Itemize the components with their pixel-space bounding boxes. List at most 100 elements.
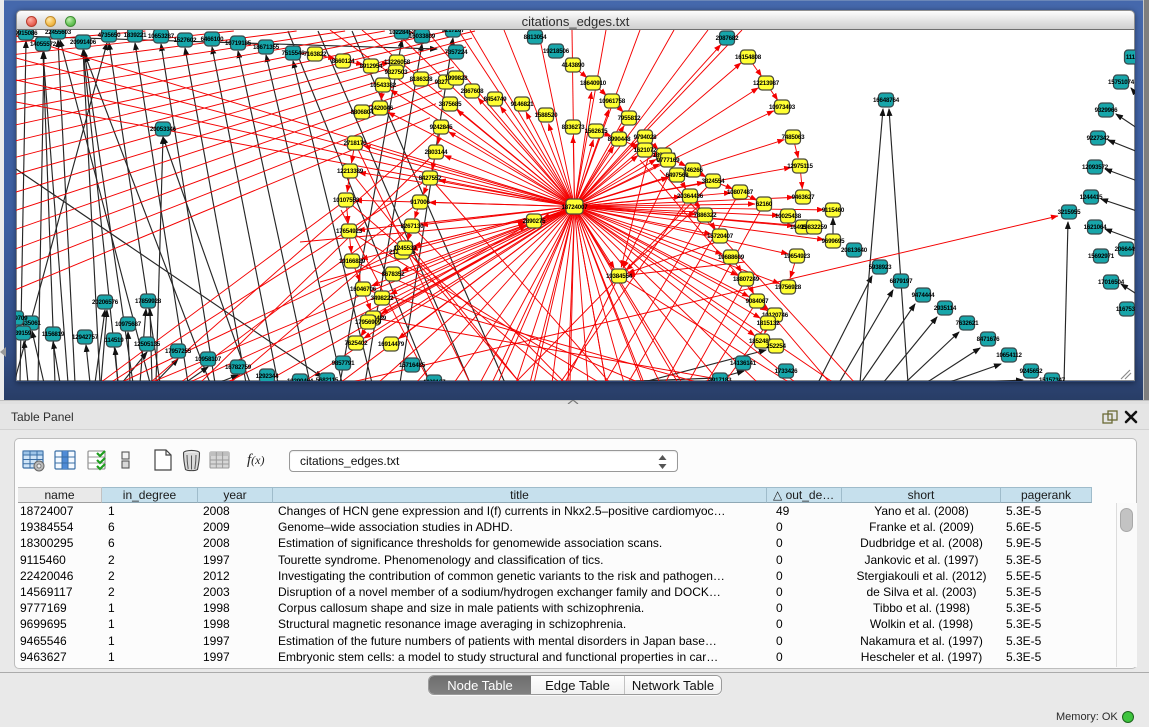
svg-text:1244415: 1244415 [1080, 194, 1103, 201]
svg-text:15692971: 15692971 [1088, 253, 1115, 260]
svg-text:7632621: 7632621 [956, 320, 979, 327]
svg-text:1527602: 1527602 [174, 37, 197, 44]
svg-text:7515546: 7515546 [282, 50, 305, 57]
svg-text:6466100: 6466100 [201, 36, 224, 43]
svg-text:22455603: 22455603 [45, 30, 72, 36]
svg-text:12213987: 12213987 [753, 80, 780, 87]
svg-text:252254: 252254 [766, 343, 786, 350]
svg-text:10653287: 10653287 [148, 33, 175, 40]
svg-text:16782759: 16782759 [225, 364, 252, 371]
svg-text:19384554: 19384554 [606, 273, 633, 280]
svg-text:8678352: 8678352 [382, 271, 405, 278]
svg-text:10973493: 10973493 [769, 104, 796, 111]
svg-text:19166829: 19166829 [339, 258, 366, 265]
svg-text:9329966: 9329966 [1095, 107, 1118, 114]
svg-text:5682115: 5682115 [316, 377, 339, 381]
svg-text:10688609: 10688609 [718, 254, 745, 261]
svg-text:17654923: 17654923 [336, 228, 363, 235]
svg-text:14055572: 14055572 [30, 41, 57, 48]
svg-text:10654112: 10654112 [996, 352, 1022, 359]
svg-text:6879197: 6879197 [890, 278, 913, 285]
svg-text:7485063: 7485063 [782, 134, 805, 141]
svg-text:8471676: 8471676 [977, 336, 1000, 343]
svg-text:17016504: 17016504 [1098, 279, 1125, 286]
svg-text:62160: 62160 [756, 201, 773, 208]
svg-text:9699695: 9699695 [822, 238, 845, 245]
svg-text:39159: 39159 [16, 330, 32, 337]
svg-text:1112: 1112 [1126, 54, 1135, 61]
svg-text:17956909: 17956909 [355, 319, 382, 326]
svg-text:20364436: 20364436 [677, 193, 704, 200]
svg-text:19299464: 19299464 [287, 378, 314, 381]
svg-text:15751074: 15751074 [1108, 79, 1135, 86]
svg-text:1156819: 1156819 [42, 331, 65, 338]
svg-text:10719185: 10719185 [225, 40, 252, 47]
svg-text:18724007: 18724007 [562, 204, 589, 211]
svg-text:17957255: 17957255 [165, 348, 192, 355]
svg-text:12975115: 12975115 [787, 163, 813, 170]
svg-text:19756928: 19756928 [775, 284, 802, 291]
svg-text:18807249: 18807249 [733, 276, 760, 283]
svg-text:10107553: 10107553 [333, 197, 360, 204]
svg-text:114519: 114519 [104, 337, 124, 344]
svg-text:8427552: 8427552 [419, 175, 442, 182]
svg-text:9794028: 9794028 [634, 134, 657, 141]
svg-text:16914479: 16914479 [378, 341, 405, 348]
svg-text:3498222: 3498222 [371, 295, 394, 302]
svg-text:6497568: 6497568 [666, 172, 689, 179]
svg-text:20991406: 20991406 [70, 39, 97, 46]
svg-text:1999828: 1999828 [445, 75, 468, 82]
svg-text:2935114: 2935114 [934, 305, 957, 312]
svg-text:12213389: 12213389 [337, 168, 364, 175]
svg-text:20813640: 20813640 [841, 247, 868, 254]
svg-text:9474444: 9474444 [912, 292, 935, 299]
svg-text:4143890: 4143890 [562, 62, 585, 69]
svg-text:1245539: 1245539 [394, 245, 417, 252]
svg-text:19654923: 19654923 [784, 253, 811, 260]
svg-text:9327503: 9327503 [385, 69, 408, 76]
svg-text:1292344: 1292344 [256, 373, 279, 380]
svg-text:10958107: 10958107 [195, 356, 222, 363]
svg-text:9227342: 9227342 [1087, 135, 1110, 142]
svg-text:2803144: 2803144 [425, 149, 448, 156]
svg-text:3215955: 3215955 [1058, 209, 1081, 216]
svg-text:14136141: 14136141 [730, 360, 757, 367]
svg-text:12942757: 12942757 [72, 334, 99, 341]
svg-text:9146821: 9146821 [511, 101, 534, 108]
svg-text:10025438: 10025438 [775, 213, 802, 220]
svg-text:1815132: 1815132 [757, 320, 780, 327]
svg-text:20206576: 20206576 [92, 299, 119, 306]
svg-text:8912954: 8912954 [360, 63, 383, 70]
svg-text:10961758: 10961758 [599, 98, 626, 105]
svg-text:15157347: 15157347 [1039, 377, 1066, 381]
svg-text:3824554: 3824554 [702, 178, 725, 185]
svg-text:18640910: 18640910 [580, 80, 607, 87]
svg-text:10543382: 10543382 [370, 82, 397, 89]
svg-text:10975687: 10975687 [115, 321, 142, 328]
svg-text:16046706: 16046706 [350, 286, 377, 293]
svg-text:4439167: 4439167 [423, 379, 446, 381]
svg-text:2890275: 2890275 [523, 218, 546, 225]
svg-text:16033809: 16033809 [409, 33, 436, 40]
svg-text:20053346: 20053346 [150, 126, 177, 133]
svg-text:2867608: 2867608 [461, 88, 484, 95]
svg-text:7625402: 7625402 [345, 340, 368, 347]
svg-text:1733426: 1733426 [775, 368, 798, 375]
svg-text:9084067: 9084067 [746, 298, 769, 305]
svg-text:8454749: 8454749 [484, 96, 507, 103]
svg-text:8186328: 8186328 [410, 76, 433, 83]
svg-text:7955812: 7955812 [618, 115, 641, 122]
svg-text:9777169: 9777169 [657, 157, 680, 164]
svg-text:2087682: 2087682 [716, 35, 739, 42]
svg-text:15716485: 15716485 [399, 362, 426, 369]
svg-text:9242845: 9242845 [430, 124, 453, 131]
svg-text:16648764: 16648764 [873, 97, 900, 104]
svg-text:1839221: 1839221 [124, 32, 147, 39]
svg-text:8806804: 8806804 [351, 109, 374, 116]
svg-text:18671355: 18671355 [253, 44, 280, 51]
svg-text:3917183: 3917183 [709, 377, 732, 381]
svg-text:8990448: 8990448 [608, 136, 631, 143]
svg-text:7163822: 7163822 [304, 51, 327, 58]
svg-text:5938923: 5938923 [869, 264, 892, 271]
svg-text:8336273: 8336273 [562, 124, 585, 131]
